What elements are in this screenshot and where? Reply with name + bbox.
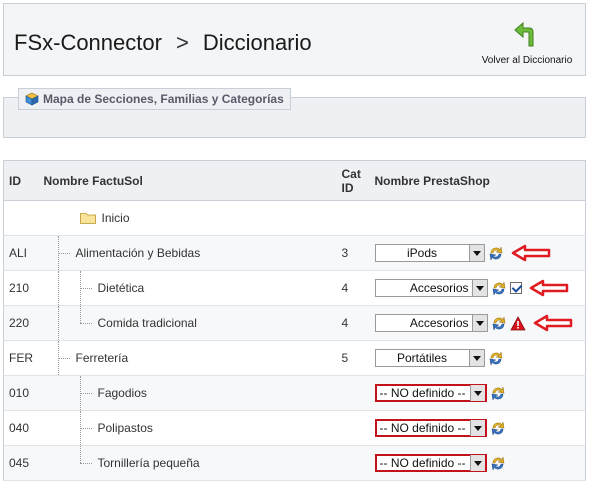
col-ps-header: Nombre PrestaShop [369, 160, 586, 201]
refresh-icon[interactable] [491, 315, 507, 331]
page-title: Diccionario [202, 30, 312, 55]
tree-root-label[interactable]: Inicio [102, 211, 130, 225]
back-arrow-icon [514, 21, 534, 47]
row-cat [336, 445, 370, 481]
chevron-down-icon [471, 315, 487, 331]
row-cat: 5 [336, 340, 370, 376]
row-id: 045 [3, 445, 39, 481]
table-row: 045 Tornillería pequeña -- NO definido -… [3, 445, 586, 481]
category-map-table: ID Nombre FactuSol Cat ID Nombre PrestaS… [3, 160, 586, 481]
row-id: FER [3, 340, 39, 376]
row-name: Alimentación y Bebidas [75, 246, 201, 260]
col-name-header: Nombre FactuSol [38, 160, 337, 201]
refresh-icon[interactable] [490, 385, 506, 401]
chevron-down-icon [468, 245, 484, 261]
map-fieldset: Mapa de Secciones, Familias y Categorías [3, 88, 586, 138]
table-row: 040 Polipastos -- NO definido -- [3, 410, 586, 446]
breadcrumb: FSx-Connector > Diccionario [14, 30, 312, 56]
row-cat: 4 [336, 270, 370, 306]
prestashop-category-select[interactable]: iPods [374, 244, 485, 262]
refresh-icon[interactable] [488, 245, 504, 261]
chevron-down-icon [469, 455, 485, 471]
toolbar: FSx-Connector > Diccionario Volver al Dicc… [3, 3, 586, 76]
row-id: 220 [3, 305, 39, 341]
col-cat-header: Cat ID [336, 160, 370, 201]
chevron-down-icon [469, 385, 485, 401]
chevron-down-icon [469, 420, 485, 436]
prestashop-category-select[interactable]: -- NO definido -- [374, 384, 487, 402]
refresh-icon[interactable] [490, 455, 506, 471]
chevron-down-icon [471, 280, 487, 296]
red-arrow-annotation-icon [511, 244, 550, 262]
back-to-dictionary-button[interactable]: Volver al Diccionario [475, 20, 579, 66]
table-row: FER Ferretería 5 Portátiles [3, 340, 586, 376]
row-name: Comida tradicional [97, 316, 197, 330]
prestashop-category-select[interactable]: -- NO definido -- [374, 419, 487, 437]
row-id: ALI [3, 235, 39, 271]
map-legend-text: Mapa de Secciones, Familias y Categorías [43, 92, 284, 106]
breadcrumb-separator: > [175, 30, 189, 55]
checkmark-icon [509, 282, 522, 294]
table-header-row: ID Nombre FactuSol Cat ID Nombre PrestaS… [3, 160, 586, 201]
row-name: Ferretería [75, 351, 129, 365]
refresh-icon[interactable] [490, 420, 506, 436]
map-legend: Mapa de Secciones, Familias y Categorías [18, 88, 291, 110]
col-cat-text: Cat ID [341, 166, 361, 195]
chevron-down-icon [468, 350, 484, 366]
folder-icon [79, 213, 96, 224]
prestashop-category-select[interactable]: Accesorios [374, 314, 488, 332]
row-name: Dietética [97, 281, 145, 295]
row-id: 040 [3, 410, 39, 446]
row-name: Polipastos [97, 421, 153, 435]
col-id-header: ID [3, 160, 39, 201]
warning-icon [509, 315, 526, 330]
row-id: 010 [3, 375, 39, 411]
row-id [3, 200, 39, 236]
row-cat [336, 410, 370, 446]
table-row: 010 Fagodios -- NO definido -- [3, 375, 586, 411]
table-row: ALI Alimentación y Bebidas 3 iPods [3, 235, 586, 271]
prestashop-category-select[interactable]: Portátiles [374, 349, 485, 367]
row-cat: 4 [336, 305, 370, 341]
refresh-icon[interactable] [491, 280, 507, 296]
row-id: 210 [3, 270, 39, 306]
prestashop-category-select[interactable]: -- NO definido -- [374, 454, 487, 472]
red-arrow-annotation-icon [533, 314, 572, 332]
breadcrumb-connector[interactable]: FSx-Connector [14, 30, 162, 55]
table-row: 210 Dietética 4 Accesorios [3, 270, 586, 306]
row-cat [336, 375, 370, 411]
table-row: 220 Comida tradicional 4 Accesorios [3, 305, 586, 341]
row-name: Inicio [38, 200, 337, 236]
row-name: Fagodios [97, 386, 147, 400]
table-row-root: Inicio [3, 200, 586, 236]
back-button-label: Volver al Diccionario [481, 55, 573, 66]
row-cat: 3 [336, 235, 370, 271]
cube-icon [25, 92, 39, 106]
row-name: Tornillería pequeña [97, 456, 200, 470]
prestashop-category-select[interactable]: Accesorios [374, 279, 488, 297]
red-arrow-annotation-icon [529, 279, 568, 297]
refresh-icon[interactable] [488, 350, 504, 366]
